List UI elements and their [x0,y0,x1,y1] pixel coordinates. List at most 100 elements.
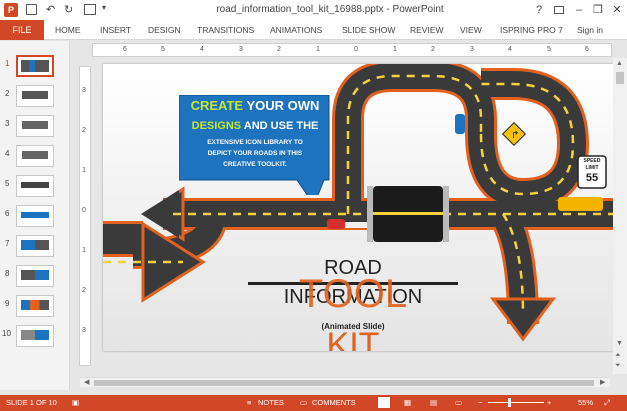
zoom-slider[interactable] [488,402,544,403]
tab-design[interactable]: DESIGN [148,20,181,40]
ribbon-display-options-icon[interactable] [550,2,568,18]
ruler-label: 3 [470,46,474,53]
customize-quick-access-icon[interactable]: ▾ [102,3,106,17]
comments-button[interactable]: COMMENTS [312,398,356,407]
ruler-label: 4 [200,46,204,53]
thumbnail-number: 10 [2,329,11,338]
next-slide-icon[interactable]: ⏷ [615,362,621,370]
tab-animations[interactable]: ANIMATIONS [270,20,322,40]
callout-line-1: CREATE YOUR OWN [181,98,329,113]
tab-slide-show[interactable]: SLIDE SHOW [342,20,395,40]
prev-slide-icon[interactable]: ⏶ [615,352,621,360]
ruler-label: 6 [585,46,589,53]
svg-text:↱: ↱ [511,130,519,141]
zoom-in-icon[interactable]: + [547,398,551,407]
callout-line-3: EXTENSIVE ICON LIBRARY TO [207,139,303,146]
thumbnail-number: 5 [5,179,10,188]
ruler-label: 0 [354,46,358,53]
horizontal-scrollbar[interactable]: ◀ ▶ [80,377,610,387]
tab-ispring-pro[interactable]: ISPRING PRO 7 [500,20,563,40]
close-button[interactable]: ✕ [608,2,626,18]
tab-file[interactable]: FILE [0,20,44,40]
sign-in-link[interactable]: Sign in [577,20,603,40]
callout-text-your-own: YOUR OWN [243,98,320,113]
redo-icon[interactable]: ↻ [64,3,73,17]
ruler-label: 2 [431,46,435,53]
tab-home[interactable]: HOME [55,20,81,40]
slide-thumbnail-8[interactable] [16,265,54,287]
slide-thumbnail-6[interactable] [16,205,54,227]
help-button[interactable]: ? [530,2,548,18]
ruler-label: 4 [508,46,512,53]
slide-thumbnail-3[interactable] [16,115,54,137]
scroll-right-icon[interactable]: ▶ [600,378,605,386]
save-icon[interactable] [26,4,37,15]
tab-view[interactable]: VIEW [460,20,482,40]
slideshow-view-icon[interactable]: ▭ [455,398,462,407]
ruler-label: 0 [82,207,86,214]
undo-icon[interactable]: ↶ [46,3,55,17]
ruler-label: 2 [82,287,86,294]
powerpoint-window: P ↶ ↻ ▾ road_information_tool_kit_16988.… [0,0,627,411]
tab-transitions[interactable]: TRANSITIONS [197,20,254,40]
spellcheck-icon[interactable]: ▣ [72,398,79,407]
normal-view-icon[interactable] [378,397,390,408]
slide-thumbnail-4[interactable] [16,145,54,167]
scroll-left-icon[interactable]: ◀ [84,378,89,386]
notes-button[interactable]: NOTES [258,398,284,407]
thumbnail-number: 9 [5,299,10,308]
callout-highlight-create: CREATE [190,98,244,113]
speed-sign-top: SPEED [583,158,601,164]
slide-thumbnail-7[interactable] [16,235,54,257]
slide-counter: SLIDE 1 OF 10 [6,398,57,407]
thumbnail-number: 4 [5,149,10,158]
slide-thumbnail-9[interactable] [16,295,54,317]
scroll-hthumb[interactable] [94,380,594,386]
scroll-thumb[interactable] [616,72,624,84]
slide-thumbnail-pane: 1 2 3 4 5 6 7 8 9 10 [0,41,70,390]
slide-thumbnail-10[interactable] [16,325,54,347]
thumbnail-number: 8 [5,269,10,278]
ruler-label: 1 [393,46,397,53]
vertical-ruler: 3 2 1 0 1 2 3 [79,66,91,366]
callout-line-5: CREATIVE TOOLKIT. [223,161,287,168]
slide-canvas[interactable]: ↱ CREATE YOUR OWN DESIGNS AND USE THE EX… [103,64,613,351]
zoom-level[interactable]: 55% [578,398,593,407]
zoom-slider-thumb[interactable] [508,398,511,407]
thumbnail-number: 1 [5,59,10,68]
slide-thumbnail-5[interactable] [16,175,54,197]
vertical-scrollbar[interactable]: ▲ ▼ ⏶ ⏷ [613,58,627,374]
minimize-button[interactable]: – [570,2,588,18]
ruler-label: 1 [82,247,86,254]
slideshow-start-icon[interactable] [84,4,96,15]
restore-button[interactable]: ❐ [589,2,607,18]
scroll-down-icon[interactable]: ▼ [616,340,623,347]
slide-thumbnail-2[interactable] [16,85,54,107]
speed-sign-mid: LIMIT [585,165,599,171]
thumbnail-number: 6 [5,209,10,218]
title-bar: P ↶ ↻ ▾ road_information_tool_kit_16988.… [0,0,627,20]
callout-text-and-use: AND USE THE [241,120,319,132]
comments-icon[interactable]: ▭ [300,398,307,407]
ruler-label: 5 [161,46,165,53]
ruler-label: 2 [277,46,281,53]
thumbnail-number: 2 [5,89,10,98]
slide-sorter-icon[interactable]: ▦ [404,398,411,407]
scroll-up-icon[interactable]: ▲ [616,60,623,67]
zoom-out-icon[interactable]: − [478,398,482,407]
ribbon-tabs: FILE HOME INSERT DESIGN TRANSITIONS ANIM… [0,20,627,40]
ruler-label: 3 [82,87,86,94]
callout-highlight-designs: DESIGNS [191,120,242,132]
reading-view-icon[interactable]: ▤ [430,398,437,407]
status-bar: SLIDE 1 OF 10 ▣ ≡ NOTES ▭ COMMENTS ▦ ▤ ▭… [0,395,627,411]
ruler-label: 5 [547,46,551,53]
slide-thumbnail-1[interactable] [16,55,54,77]
tab-review[interactable]: REVIEW [410,20,444,40]
fit-slide-icon[interactable]: ⤢ [604,398,610,408]
notes-icon[interactable]: ≡ [247,398,251,407]
document-title: road_information_tool_kit_16988.pptx - P… [216,4,444,15]
tab-insert[interactable]: INSERT [100,20,131,40]
ruler-label: 1 [316,46,320,53]
title-tool: TOOL [298,272,408,316]
horizontal-ruler: 6 5 4 3 2 1 0 1 2 3 4 5 6 [92,43,612,57]
